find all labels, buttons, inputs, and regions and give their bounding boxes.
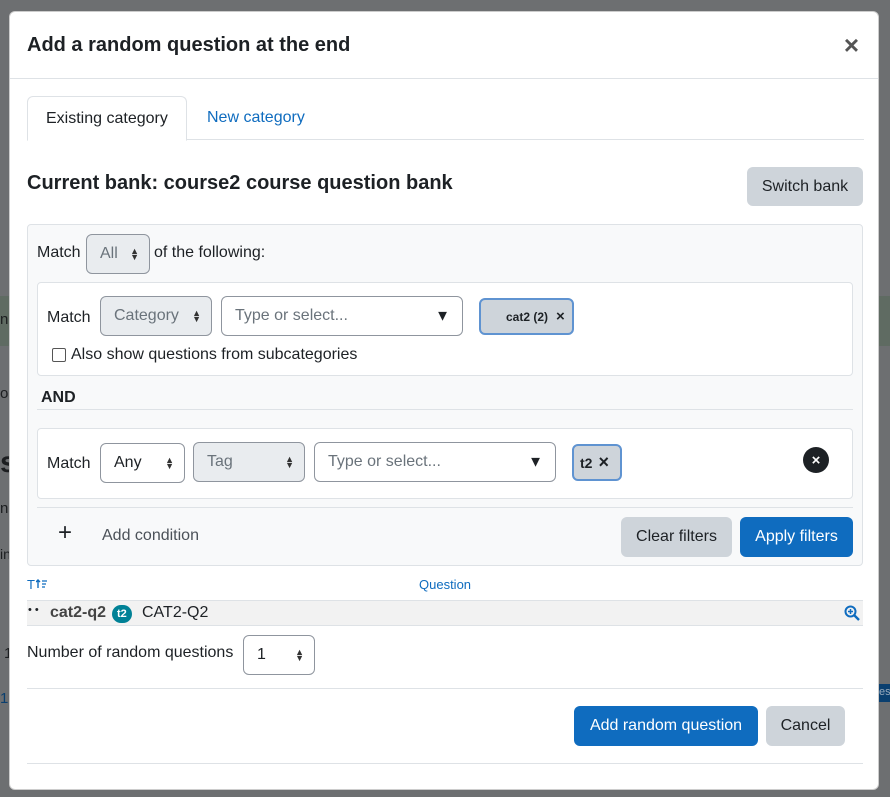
switch-bank-button[interactable]: Switch bank xyxy=(747,167,863,206)
category-chip[interactable]: cat2 (2) × xyxy=(479,298,574,335)
condition-match-label: Match xyxy=(47,455,91,472)
add-random-question-button[interactable]: Add random question xyxy=(574,706,758,746)
add-condition-link[interactable]: Add condition xyxy=(102,527,199,545)
condition-type-select[interactable]: Category ▲ ▼ xyxy=(100,296,212,336)
column-header-type[interactable]: T xyxy=(27,577,48,592)
of-following-label: of the following: xyxy=(154,244,266,261)
sort-caret-icon: ▲ ▼ xyxy=(192,308,201,324)
chip-remove-icon[interactable]: × xyxy=(556,308,565,325)
tab-existing-category[interactable]: Existing category xyxy=(27,96,187,141)
column-header-question[interactable]: Question xyxy=(419,577,471,592)
zoom-in-icon[interactable] xyxy=(844,605,860,621)
dropdown-arrow-icon[interactable]: ▼ xyxy=(528,454,543,471)
random-count-select[interactable]: 1 ▲ ▼ xyxy=(243,635,315,675)
combo-placeholder: Type or select... xyxy=(235,307,348,324)
add-condition-plus-icon[interactable]: + xyxy=(58,519,72,547)
cancel-button[interactable]: Cancel xyxy=(766,706,845,746)
modal-title: Add a random question at the end xyxy=(27,33,351,56)
subcategories-checkbox[interactable] xyxy=(52,348,66,362)
tag-join-select[interactable]: Any ▲ ▼ xyxy=(100,443,185,483)
dropdown-arrow-icon[interactable]: ▼ xyxy=(435,308,450,325)
sort-caret-icon: ▲ ▼ xyxy=(165,455,174,471)
match-label: Match xyxy=(37,244,81,261)
background-text: o xyxy=(0,385,9,402)
chip-label: t2 xyxy=(580,454,593,471)
condition-type-value: Tag xyxy=(207,453,233,470)
condition-match-label: Match xyxy=(47,309,91,326)
type-label: T xyxy=(27,577,35,592)
combo-placeholder: Type or select... xyxy=(328,453,441,470)
divider xyxy=(27,688,863,689)
tab-new-category[interactable]: New category xyxy=(189,96,323,140)
divider xyxy=(37,507,853,508)
sort-caret-icon: ▲ ▼ xyxy=(285,454,294,470)
background-text: 1 xyxy=(0,690,9,707)
close-icon[interactable]: × xyxy=(844,32,859,58)
tag-join-value: Any xyxy=(114,454,142,471)
clear-filters-button[interactable]: Clear filters xyxy=(621,517,732,557)
tag-badge: t2 xyxy=(112,605,132,623)
current-bank-title: Current bank: course2 course question ba… xyxy=(27,172,453,194)
condition-type-value: Category xyxy=(114,307,179,324)
background-band xyxy=(879,296,890,346)
sort-icon xyxy=(35,579,47,588)
tag-condition: Match Any ▲ ▼ Tag ▲ ▼ Type or select... ▼ … xyxy=(37,428,853,499)
table-row: • • cat2-q2 t2 CAT2-Q2 xyxy=(27,600,863,626)
background-text: es xyxy=(879,686,890,698)
tag-search-input[interactable]: Type or select... ▼ xyxy=(314,442,556,482)
tab-bar: Existing category New category xyxy=(27,96,864,141)
chip-label: cat2 (2) xyxy=(506,309,549,324)
sort-caret-icon: ▲ ▼ xyxy=(295,647,304,663)
question-type-icon: • • xyxy=(28,604,39,616)
condition-type-select[interactable]: Tag ▲ ▼ xyxy=(193,442,305,482)
match-join-select[interactable]: All ▲ ▼ xyxy=(86,234,150,274)
match-join-value: All xyxy=(100,245,118,262)
question-name: cat2-q2 xyxy=(50,604,107,621)
background-text: n xyxy=(0,311,9,328)
remove-condition-icon[interactable]: × xyxy=(803,447,829,473)
apply-filters-button[interactable]: Apply filters xyxy=(740,517,853,557)
divider xyxy=(37,409,853,410)
divider xyxy=(27,763,863,764)
chip-remove-icon[interactable]: × xyxy=(598,452,609,473)
random-count-label: Number of random questions xyxy=(27,644,234,661)
filter-panel: Match All ▲ ▼ of the following: Match Cat… xyxy=(27,224,863,566)
modal-header: Add a random question at the end × xyxy=(10,12,878,79)
sort-caret-icon: ▲ ▼ xyxy=(130,246,139,262)
tag-chip[interactable]: t2 × xyxy=(572,444,622,481)
random-question-modal: Add a random question at the end × Exist… xyxy=(9,11,879,790)
and-separator-label: AND xyxy=(41,389,76,406)
category-search-input[interactable]: Type or select... ▼ xyxy=(221,296,463,336)
random-count-value: 1 xyxy=(257,646,266,663)
question-text: CAT2-Q2 xyxy=(142,604,209,621)
subcategories-label: Also show questions from subcategories xyxy=(71,346,358,363)
category-condition: Match Category ▲ ▼ Type or select... ▼ ca… xyxy=(37,282,853,376)
